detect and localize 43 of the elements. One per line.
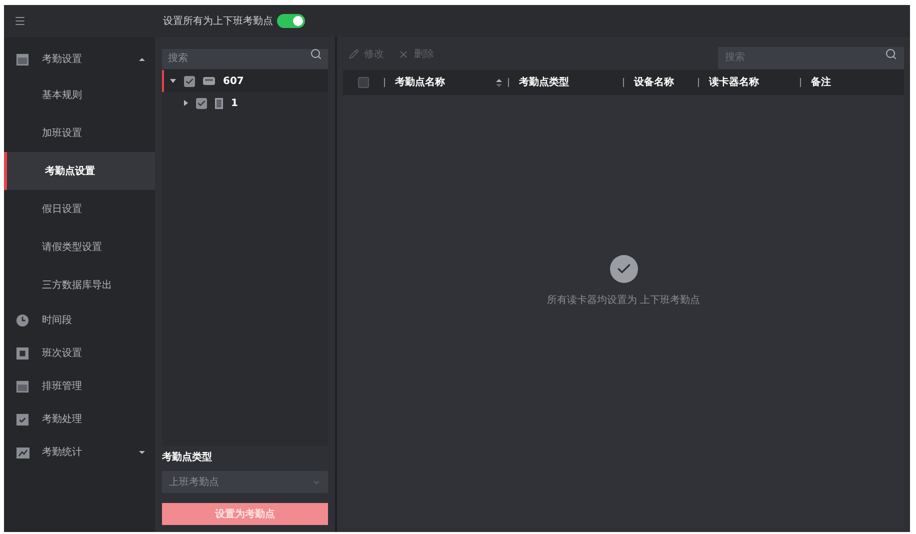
search-icon[interactable] bbox=[885, 48, 897, 60]
sidebar-item[interactable]: 班次设置 bbox=[4, 337, 155, 370]
sidebar-item[interactable]: 考勤统计 bbox=[4, 436, 155, 469]
search-field[interactable]: 搜索 bbox=[162, 48, 328, 68]
toggle-switch[interactable] bbox=[277, 14, 305, 28]
close-icon bbox=[398, 48, 409, 60]
checkbox[interactable] bbox=[196, 98, 207, 108]
empty-message: 所有读卡器均设置为 上下班考勤点 bbox=[546, 294, 700, 308]
device-icon bbox=[203, 77, 215, 85]
column-header[interactable]: 考勤点名称 bbox=[395, 75, 508, 90]
sidebar-item[interactable]: 考勤点设置 bbox=[4, 152, 155, 190]
sidebar-item[interactable]: 时间段 bbox=[4, 304, 155, 337]
schedule-icon bbox=[16, 347, 29, 360]
expand-icon[interactable] bbox=[184, 100, 188, 106]
tree-node[interactable]: 607 bbox=[162, 70, 328, 92]
expand-icon[interactable] bbox=[170, 79, 176, 83]
door-icon bbox=[215, 98, 223, 108]
sidebar-item[interactable]: 加班设置 bbox=[4, 114, 155, 152]
column-header[interactable]: 考勤点类型 bbox=[519, 75, 623, 90]
sidebar-item[interactable]: 考勤处理 bbox=[4, 403, 155, 436]
column-header[interactable]: 设备名称 bbox=[634, 75, 698, 90]
search-icon[interactable] bbox=[310, 48, 322, 60]
menu-icon[interactable] bbox=[14, 15, 26, 27]
column-header[interactable]: 读卡器名称 bbox=[709, 75, 800, 90]
tree-node[interactable]: 1 bbox=[162, 92, 328, 114]
sidebar-item[interactable]: 基本规则 bbox=[4, 76, 155, 114]
calendar-icon bbox=[16, 53, 29, 66]
clock-icon bbox=[16, 314, 29, 327]
sidebar-item[interactable]: 三方数据库导出 bbox=[4, 266, 155, 304]
checkbox[interactable] bbox=[184, 76, 195, 86]
column-header[interactable]: 备注 bbox=[811, 75, 900, 90]
sidebar-item[interactable]: 假日设置 bbox=[4, 190, 155, 228]
sort-icon[interactable] bbox=[496, 78, 502, 86]
sidebar-item[interactable]: 请假类型设置 bbox=[4, 228, 155, 266]
calendar-icon bbox=[16, 380, 29, 393]
pencil-icon bbox=[349, 49, 359, 59]
chart-icon bbox=[16, 446, 30, 458]
checkbox[interactable] bbox=[358, 77, 369, 88]
field-label: 考勤点类型 bbox=[162, 450, 213, 465]
toggle-label: 设置所有为上下班考勤点 bbox=[163, 14, 273, 28]
calendar-check-icon bbox=[16, 413, 29, 426]
sidebar-item[interactable]: 考勤设置 bbox=[4, 43, 155, 76]
sidebar-item[interactable]: 排班管理 bbox=[4, 370, 155, 403]
